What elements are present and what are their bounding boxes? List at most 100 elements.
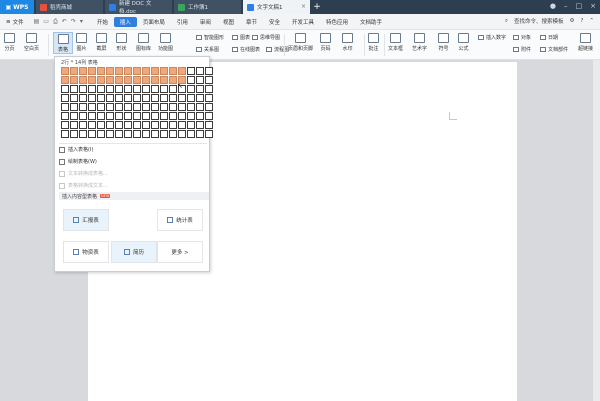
table-grid-cell[interactable] xyxy=(160,67,168,75)
table-grid-cell[interactable] xyxy=(61,85,69,93)
table-grid-cell[interactable] xyxy=(88,67,96,75)
table-grid-cell[interactable] xyxy=(151,130,159,138)
table-grid-cell[interactable] xyxy=(97,121,105,129)
minimize-icon[interactable]: – xyxy=(564,2,568,10)
menu-doc-assistant[interactable]: 文档助手 xyxy=(354,17,388,27)
insert-table-item[interactable]: 插入表格(I) xyxy=(59,145,93,154)
page-break-button[interactable]: 分页 xyxy=(4,33,15,52)
menu-developer[interactable]: 开发工具 xyxy=(286,17,320,27)
table-grid-cell[interactable] xyxy=(205,76,213,84)
table-grid-cell[interactable] xyxy=(169,130,177,138)
menu-review[interactable]: 审阅 xyxy=(194,17,217,27)
table-grid-cell[interactable] xyxy=(142,85,150,93)
table-grid-cell[interactable] xyxy=(70,103,78,111)
menu-insert[interactable]: 插入 xyxy=(113,16,137,27)
table-grid-cell[interactable] xyxy=(106,94,114,102)
new-tab-button[interactable]: + xyxy=(310,0,324,14)
table-grid[interactable] xyxy=(61,67,213,138)
table-grid-cell[interactable] xyxy=(205,103,213,111)
help-icon[interactable]: ? xyxy=(580,18,583,24)
table-grid-cell[interactable] xyxy=(187,76,195,84)
table-grid-cell[interactable] xyxy=(106,130,114,138)
save-icon[interactable]: ▤ xyxy=(34,18,40,26)
table-grid-cell[interactable] xyxy=(88,130,96,138)
table-grid-cell[interactable] xyxy=(196,85,204,93)
menu-features[interactable]: 特色应用 xyxy=(320,17,354,27)
online-chart-button[interactable]: 在线图表 xyxy=(232,46,260,53)
table-grid-cell[interactable] xyxy=(133,67,141,75)
table-grid-cell[interactable] xyxy=(88,85,96,93)
chevron-down-icon[interactable]: ▾ xyxy=(80,18,83,26)
table-grid-cell[interactable] xyxy=(151,85,159,93)
command-search[interactable]: 查找命令、搜索模板 xyxy=(514,17,564,25)
table-grid-cell[interactable] xyxy=(142,130,150,138)
table-grid-cell[interactable] xyxy=(133,130,141,138)
table-grid-cell[interactable] xyxy=(142,67,150,75)
table-grid-cell[interactable] xyxy=(79,103,87,111)
redo-icon[interactable]: ↷ xyxy=(71,18,76,26)
table-grid-cell[interactable] xyxy=(88,76,96,84)
table-grid-cell[interactable] xyxy=(61,121,69,129)
table-grid-cell[interactable] xyxy=(124,76,132,84)
comment-button[interactable]: 批注 xyxy=(368,33,379,52)
table-grid-cell[interactable] xyxy=(187,85,195,93)
table-grid-cell[interactable] xyxy=(142,121,150,129)
table-grid-cell[interactable] xyxy=(178,103,186,111)
table-grid-cell[interactable] xyxy=(187,103,195,111)
table-grid-cell[interactable] xyxy=(160,85,168,93)
print-icon[interactable]: ⎙ xyxy=(53,18,58,26)
tab-docer-store[interactable]: 稻壳商城 xyxy=(36,0,103,14)
table-grid-cell[interactable] xyxy=(187,130,195,138)
table-grid-cell[interactable] xyxy=(115,76,123,84)
screenshot-button[interactable]: 截屏 xyxy=(96,33,107,52)
blank-page-button[interactable]: 空白页 xyxy=(24,33,39,52)
table-grid-cell[interactable] xyxy=(88,94,96,102)
collapse-ribbon-icon[interactable]: ⌃ xyxy=(589,18,594,24)
table-grid-cell[interactable] xyxy=(70,85,78,93)
table-grid-cell[interactable] xyxy=(196,67,204,75)
table-grid-cell[interactable] xyxy=(70,67,78,75)
formula-button[interactable]: 公式 xyxy=(458,33,469,52)
object-button[interactable]: 对象 xyxy=(513,34,531,41)
word-art-button[interactable]: 艺术字 xyxy=(412,33,427,52)
table-grid-cell[interactable] xyxy=(196,121,204,129)
table-grid-cell[interactable] xyxy=(187,121,195,129)
table-grid-cell[interactable] xyxy=(61,94,69,102)
table-grid-cell[interactable] xyxy=(169,67,177,75)
materials-table-card[interactable]: 物资表 xyxy=(63,241,109,263)
table-grid-cell[interactable] xyxy=(178,130,186,138)
table-grid-cell[interactable] xyxy=(70,130,78,138)
shape-button[interactable]: 形状 xyxy=(116,33,127,52)
table-grid-cell[interactable] xyxy=(79,67,87,75)
table-grid-cell[interactable] xyxy=(160,103,168,111)
picture-button[interactable]: 图片 xyxy=(76,33,87,52)
table-grid-cell[interactable] xyxy=(115,112,123,120)
table-grid-cell[interactable] xyxy=(124,67,132,75)
relation-chart-button[interactable]: 关系图 xyxy=(196,46,219,53)
table-grid-cell[interactable] xyxy=(61,67,69,75)
menu-view[interactable]: 视图 xyxy=(217,17,240,27)
file-menu[interactable]: ≡ 文件 xyxy=(0,17,30,27)
attachment-button[interactable]: 附件 xyxy=(513,46,531,53)
table-grid-cell[interactable] xyxy=(187,67,195,75)
table-grid-cell[interactable] xyxy=(133,76,141,84)
page-number-button[interactable]: 页码 xyxy=(320,33,331,52)
table-grid-cell[interactable] xyxy=(196,103,204,111)
undo-icon[interactable]: ↶ xyxy=(62,18,67,26)
menu-references[interactable]: 引用 xyxy=(171,17,194,27)
table-grid-cell[interactable] xyxy=(106,76,114,84)
table-grid-cell[interactable] xyxy=(205,130,213,138)
tab-workbook[interactable]: 工作簿1 xyxy=(174,0,241,14)
table-grid-cell[interactable] xyxy=(160,130,168,138)
table-grid-cell[interactable] xyxy=(79,94,87,102)
table-grid-cell[interactable] xyxy=(88,121,96,129)
table-grid-cell[interactable] xyxy=(115,103,123,111)
table-grid-cell[interactable] xyxy=(178,67,186,75)
more-templates-card[interactable]: 更多 > xyxy=(157,241,203,263)
table-grid-cell[interactable] xyxy=(88,103,96,111)
table-grid-cell[interactable] xyxy=(115,67,123,75)
table-grid-cell[interactable] xyxy=(151,103,159,111)
table-grid-cell[interactable] xyxy=(187,112,195,120)
table-grid-cell[interactable] xyxy=(133,103,141,111)
table-grid-cell[interactable] xyxy=(115,94,123,102)
